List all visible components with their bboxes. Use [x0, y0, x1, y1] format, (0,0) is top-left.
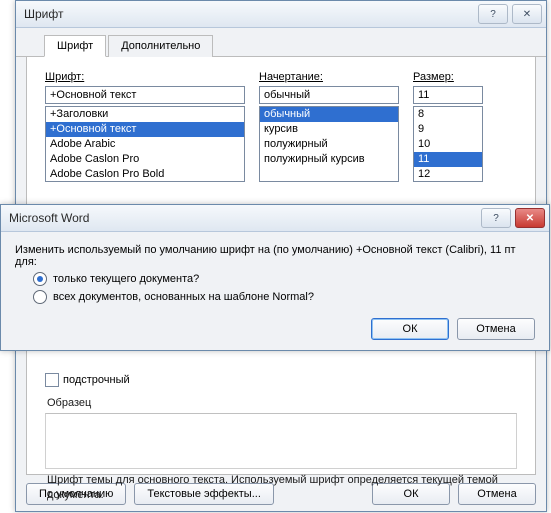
msg-ok-label: ОК — [403, 323, 418, 335]
tab-advanced[interactable]: Дополнительно — [108, 35, 213, 57]
radio-all-docs-row: всех документов, основанных на шаблоне N… — [33, 290, 535, 304]
list-item[interactable]: Adobe Arabic — [46, 137, 244, 152]
tab-font-label: Шрифт — [57, 40, 93, 52]
sample-label: Образец — [47, 397, 517, 409]
list-item[interactable]: 8 — [414, 107, 482, 122]
list-item[interactable]: 12 — [414, 167, 482, 182]
subscript-checkbox[interactable] — [45, 373, 59, 387]
list-item[interactable]: Adobe Caslon Pro Bold — [46, 167, 244, 182]
msg-ok-button[interactable]: ОК — [371, 318, 449, 340]
list-item[interactable]: Adobe Caslon Pro — [46, 152, 244, 167]
radio-current-doc-row: только текущего документа? — [33, 272, 535, 286]
subscript-checkbox-row: подстрочный — [45, 373, 517, 387]
font-dialog-title: Шрифт — [24, 7, 474, 21]
list-item[interactable]: +Основной текст — [46, 122, 244, 137]
list-item[interactable]: полужирный — [260, 137, 398, 152]
list-item[interactable]: +Заголовки — [46, 107, 244, 122]
message-box-buttons: ОК Отмена — [15, 318, 535, 340]
font-label: Шрифт: — [45, 71, 245, 83]
msg-cancel-button[interactable]: Отмена — [457, 318, 535, 340]
msg-help-button[interactable]: ? — [481, 208, 511, 228]
message-box-title: Microsoft Word — [9, 211, 477, 225]
style-label: Начертание: — [259, 71, 399, 83]
radio-all-docs[interactable] — [33, 290, 47, 304]
size-label: Размер: — [413, 71, 483, 83]
message-prompt: Изменить используемый по умолчанию шрифт… — [15, 244, 535, 268]
radio-current-doc[interactable] — [33, 272, 47, 286]
size-listbox[interactable]: 8 9 10 11 12 — [413, 106, 483, 182]
font-description: Шрифт темы для основного текста. Использ… — [45, 471, 517, 503]
subscript-label: подстрочный — [63, 374, 130, 386]
font-input[interactable] — [45, 86, 245, 104]
style-listbox[interactable]: обычный курсив полужирный полужирный кур… — [259, 106, 399, 182]
close-icon: ✕ — [523, 9, 531, 20]
tab-font[interactable]: Шрифт — [44, 35, 106, 57]
font-dialog-titlebar: Шрифт ? ✕ — [16, 1, 546, 28]
msg-cancel-label: Отмена — [476, 323, 515, 335]
font-listbox[interactable]: +Заголовки +Основной текст Adobe Arabic … — [45, 106, 245, 182]
close-icon: ✕ — [526, 213, 534, 224]
message-box: Microsoft Word ? ✕ Изменить используемый… — [0, 204, 550, 351]
tab-strip: Шрифт Дополнительно — [16, 28, 546, 57]
list-item[interactable]: 9 — [414, 122, 482, 137]
message-box-body: Изменить используемый по умолчанию шрифт… — [1, 232, 549, 350]
help-button[interactable]: ? — [478, 4, 508, 24]
list-item[interactable]: 10 — [414, 137, 482, 152]
list-item[interactable]: 11 — [414, 152, 482, 167]
help-icon: ? — [493, 213, 499, 224]
radio-all-docs-label: всех документов, основанных на шаблоне N… — [53, 291, 314, 303]
sample-frame — [45, 413, 517, 469]
radio-current-doc-label: только текущего документа? — [53, 273, 199, 285]
message-box-titlebar: Microsoft Word ? ✕ — [1, 205, 549, 232]
list-item[interactable]: курсив — [260, 122, 398, 137]
help-icon: ? — [490, 9, 496, 20]
style-input[interactable] — [259, 86, 399, 104]
tab-advanced-label: Дополнительно — [121, 40, 200, 52]
size-input[interactable] — [413, 86, 483, 104]
msg-close-button[interactable]: ✕ — [515, 208, 545, 228]
list-item[interactable]: полужирный курсив — [260, 152, 398, 167]
list-item[interactable]: обычный — [260, 107, 398, 122]
close-button[interactable]: ✕ — [512, 4, 542, 24]
